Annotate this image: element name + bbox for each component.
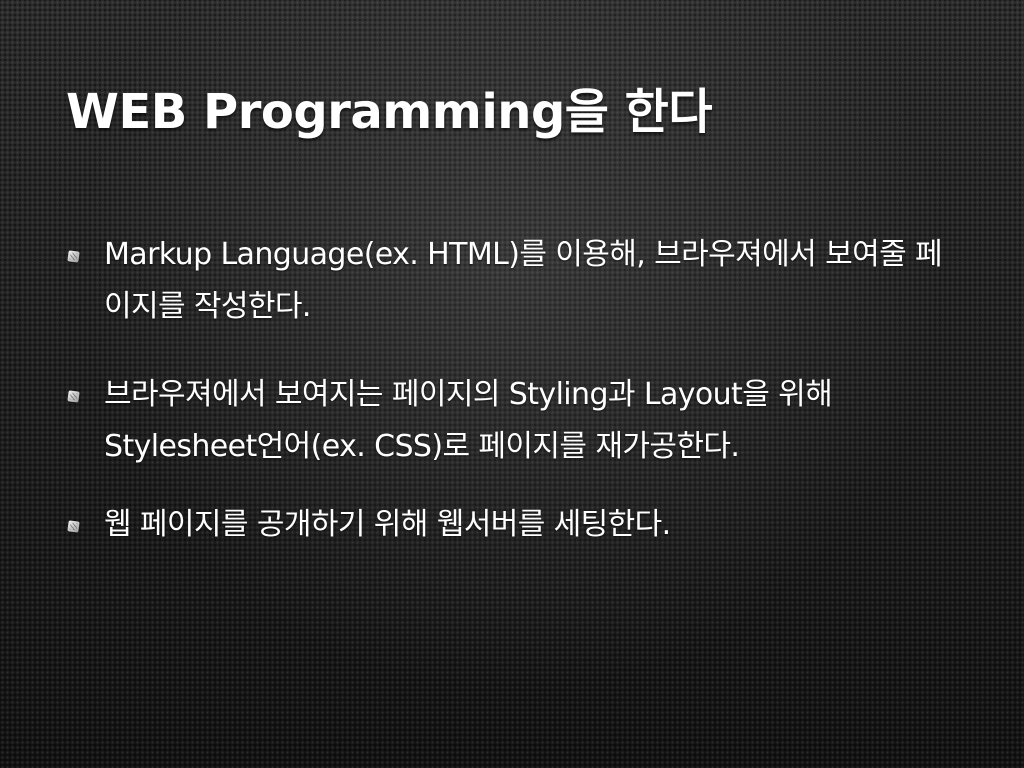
list-item: 웹 페이지를 공개하기 위해 웹서버를 세팅한다. [64,499,954,551]
slide: WEB Programming을 한다 Markup Language(ex. … [0,0,1024,768]
slide-title: WEB Programming을 한다 [66,84,713,140]
list-item: Markup Language(ex. HTML)를 이용해, 브라우져에서 보… [64,229,954,333]
bullet-text: 브라우져에서 보여지는 페이지의 Styling과 Layout을 위해 Sty… [104,377,833,464]
list-item: 브라우져에서 보여지는 페이지의 Styling과 Layout을 위해 Sty… [64,369,954,473]
bullet-text: Markup Language(ex. HTML)를 이용해, 브라우져에서 보… [104,237,943,324]
bullet-marker-icon [67,390,80,403]
bullet-text: 웹 페이지를 공개하기 위해 웹서버를 세팅한다. [104,507,671,542]
bullet-marker-icon [67,520,80,533]
bullet-marker-icon [67,250,80,263]
bullet-list: Markup Language(ex. HTML)를 이용해, 브라우져에서 보… [64,229,954,587]
